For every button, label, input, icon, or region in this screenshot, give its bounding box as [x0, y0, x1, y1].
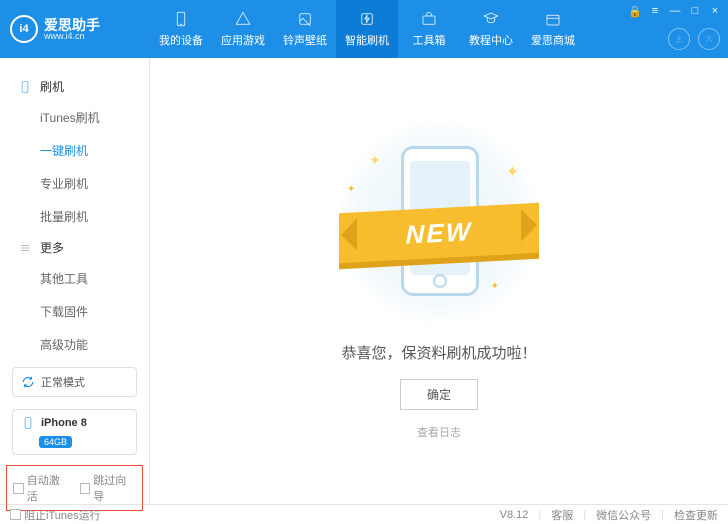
- sidebar-group-flash: 刷机: [0, 72, 149, 101]
- success-illustration: ✦ ✦ ✦ ✦ NEW: [329, 122, 549, 322]
- update-link[interactable]: 检查更新: [674, 507, 718, 523]
- nav-ringtone[interactable]: 铃声壁纸: [274, 0, 336, 58]
- main-pane: ✦ ✦ ✦ ✦ NEW 恭喜您，保资料刷机成功啦！ 确定 查看日志: [150, 58, 728, 504]
- star-icon: ✦: [347, 184, 355, 195]
- checkbox-icon: [10, 509, 21, 520]
- star-icon: ✦: [369, 152, 381, 169]
- lock-icon[interactable]: 🔒: [628, 4, 642, 18]
- nav-toolbox[interactable]: 工具箱: [398, 0, 460, 58]
- phone-icon: [18, 80, 32, 94]
- brand-url: www.i4.cn: [44, 32, 100, 41]
- support-link[interactable]: 客服: [551, 507, 573, 523]
- new-ribbon: NEW: [339, 203, 539, 263]
- bottom-options: 自动激活 跳过向导: [6, 465, 143, 511]
- sidebar-item-itunes[interactable]: iTunes刷机: [0, 101, 149, 134]
- sidebar: 刷机 iTunes刷机 一键刷机 专业刷机 批量刷机 更多 其他工具 下载固件 …: [0, 58, 150, 504]
- success-message: 恭喜您，保资料刷机成功啦！: [341, 342, 536, 363]
- nav-apps[interactable]: 应用游戏: [212, 0, 274, 58]
- tutorial-icon: [482, 10, 500, 28]
- user-icon[interactable]: [698, 28, 720, 50]
- mall-icon: [544, 10, 562, 28]
- minimize-button[interactable]: —: [668, 4, 682, 18]
- mode-indicator[interactable]: 正常模式: [12, 367, 137, 397]
- storage-badge: 64GB: [39, 436, 72, 448]
- check-auto-activate[interactable]: 自动激活: [13, 472, 70, 504]
- download-icon[interactable]: [668, 28, 690, 50]
- sidebar-item-pro[interactable]: 专业刷机: [0, 167, 149, 200]
- window-controls: 🔒 ≡ — □ ×: [628, 4, 722, 18]
- star-icon: ✦: [491, 281, 499, 292]
- nav-tutorial[interactable]: 教程中心: [460, 0, 522, 58]
- sidebar-item-other[interactable]: 其他工具: [0, 262, 149, 295]
- check-skip-wizard[interactable]: 跳过向导: [80, 472, 137, 504]
- menu-icon[interactable]: ≡: [648, 4, 662, 18]
- device-info[interactable]: iPhone 8 64GB: [12, 409, 137, 455]
- nav-device[interactable]: 我的设备: [150, 0, 212, 58]
- sidebar-group-more: 更多: [0, 233, 149, 262]
- refresh-icon: [21, 375, 35, 389]
- apps-icon: [234, 10, 252, 28]
- view-log-link[interactable]: 查看日志: [417, 424, 461, 440]
- flash-icon: [358, 10, 376, 28]
- wechat-link[interactable]: 微信公众号: [596, 507, 651, 523]
- sidebar-item-firmware[interactable]: 下载固件: [0, 295, 149, 328]
- wallpaper-icon: [296, 10, 314, 28]
- logo: i4 爱思助手 www.i4.cn: [0, 15, 150, 43]
- toolbox-icon: [420, 10, 438, 28]
- brand-name: 爱思助手: [44, 18, 100, 32]
- sidebar-item-advanced[interactable]: 高级功能: [0, 328, 149, 361]
- sidebar-item-onekey[interactable]: 一键刷机: [0, 134, 149, 167]
- star-icon: ✦: [506, 162, 519, 182]
- body: 刷机 iTunes刷机 一键刷机 专业刷机 批量刷机 更多 其他工具 下载固件 …: [0, 58, 728, 504]
- menu-icon: [18, 241, 32, 255]
- maximize-button[interactable]: □: [688, 4, 702, 18]
- header-right: [668, 28, 720, 50]
- close-button[interactable]: ×: [708, 4, 722, 18]
- logo-icon: i4: [10, 15, 38, 43]
- ok-button[interactable]: 确定: [400, 379, 478, 410]
- nav-flash[interactable]: 智能刷机: [336, 0, 398, 58]
- sidebar-item-batch[interactable]: 批量刷机: [0, 200, 149, 233]
- version-label: V8.12: [500, 509, 529, 521]
- check-stop-itunes[interactable]: 阻止iTunes运行: [10, 507, 101, 523]
- phone-icon: [172, 10, 190, 28]
- phone-icon: [21, 416, 35, 430]
- app-header: i4 爱思助手 www.i4.cn 我的设备 应用游戏 铃声壁纸 智能刷机 工具…: [0, 0, 728, 58]
- checkbox-icon: [13, 483, 24, 494]
- device-name: iPhone 8: [41, 417, 87, 429]
- checkbox-icon: [80, 483, 91, 494]
- nav-mall[interactable]: 爱思商城: [522, 0, 584, 58]
